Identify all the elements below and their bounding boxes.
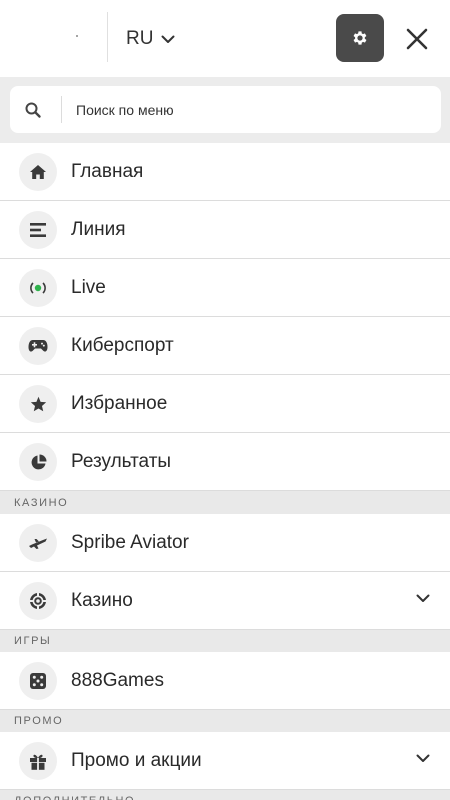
airplane-icon [19, 524, 57, 562]
menu-item-label: Избранное [71, 392, 168, 414]
search-box[interactable] [10, 86, 441, 133]
menu-item-label: Результаты [71, 450, 172, 472]
menu-item-line[interactable]: Линия [0, 201, 450, 259]
menu-item-favorites[interactable]: Избранное [0, 375, 450, 433]
star-icon [19, 385, 57, 423]
menu-item-casino[interactable]: Казино [0, 572, 450, 630]
menu-item-live[interactable]: Live [0, 259, 450, 317]
menu-item-esports[interactable]: Киберспорт [0, 317, 450, 375]
menu-list: Главная Линия Live Киберспорт Избранное … [0, 143, 450, 800]
search-divider [61, 96, 62, 123]
menu-item-888games[interactable]: 888Games [0, 652, 450, 710]
settings-button[interactable] [336, 14, 384, 62]
gear-icon [353, 31, 367, 45]
list-lines-icon [19, 211, 57, 249]
menu-item-promo[interactable]: Промо и акции [0, 732, 450, 790]
casino-chip-icon [19, 582, 57, 620]
menu-item-label: Live [71, 276, 106, 298]
header: RU [0, 0, 450, 77]
close-button[interactable] [400, 22, 434, 56]
section-header-extra: ДОПОЛНИТЕЛЬНО [0, 790, 450, 800]
search-input[interactable] [76, 86, 426, 133]
close-icon [406, 28, 428, 50]
search-bar-area [0, 77, 450, 143]
language-selector[interactable]: RU [126, 24, 175, 54]
chevron-down-icon [161, 35, 175, 43]
live-signal-icon [19, 269, 57, 307]
logo-mark [76, 35, 78, 37]
menu-item-home[interactable]: Главная [0, 143, 450, 201]
logo[interactable] [0, 0, 107, 77]
pie-chart-icon [19, 443, 57, 481]
menu-item-results[interactable]: Результаты [0, 433, 450, 491]
gamepad-icon [19, 327, 57, 365]
menu-item-label: Казино [71, 589, 133, 611]
menu-item-label: Киберспорт [71, 334, 174, 356]
menu-item-label: Главная [71, 160, 144, 182]
menu-item-label: Промо и акции [71, 749, 202, 771]
header-divider [107, 12, 108, 62]
section-header-games: ИГРЫ [0, 630, 450, 652]
menu-item-label: Spribe Aviator [71, 531, 189, 553]
search-icon [25, 102, 41, 118]
dice-icon [19, 662, 57, 700]
home-icon [19, 153, 57, 191]
section-header-promo: ПРОМО [0, 710, 450, 732]
language-label: RU [126, 28, 154, 49]
section-header-casino: КАЗИНО [0, 491, 450, 514]
menu-item-label: 888Games [71, 669, 164, 691]
menu-item-label: Линия [71, 218, 126, 240]
chevron-down-icon[interactable] [416, 594, 430, 603]
menu-item-spribe-aviator[interactable]: Spribe Aviator [0, 514, 450, 572]
chevron-down-icon[interactable] [416, 754, 430, 763]
gift-icon [19, 742, 57, 780]
